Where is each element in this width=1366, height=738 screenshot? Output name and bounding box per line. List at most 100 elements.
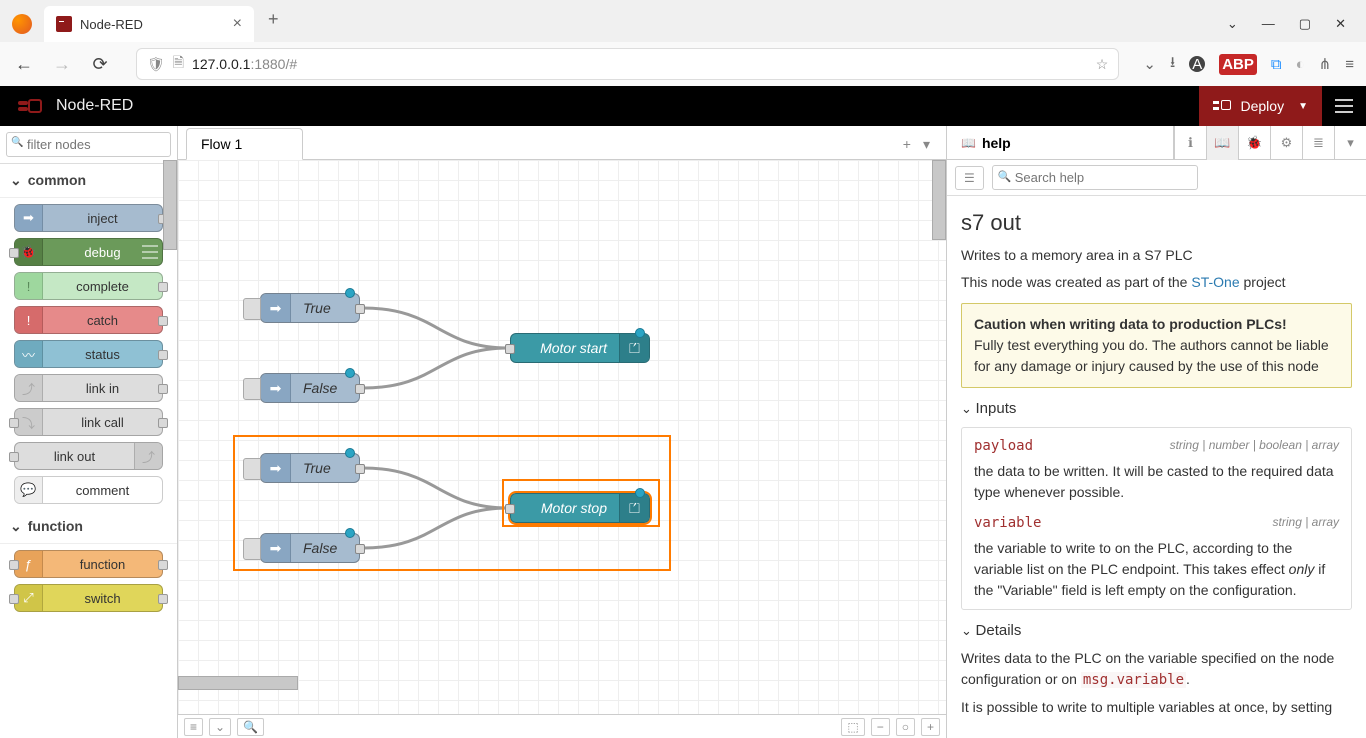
inject-trigger-button[interactable] bbox=[243, 538, 261, 560]
help-intro: Writes to a memory area in a S7 PLC bbox=[961, 245, 1352, 266]
toc-button[interactable]: ☰ bbox=[955, 166, 984, 190]
flow-tab[interactable]: Flow 1 bbox=[186, 128, 303, 160]
help-search-input[interactable] bbox=[992, 165, 1198, 190]
sidebar-tabs: help ℹ 📖 🐞 ⚙ ≣ ▾ bbox=[947, 126, 1366, 160]
inject-trigger-button[interactable] bbox=[243, 298, 261, 320]
extension-icon[interactable]: ◐ bbox=[1296, 56, 1305, 73]
canvas-scrollbar-vertical[interactable] bbox=[932, 160, 946, 240]
zoom-reset[interactable]: ○ bbox=[896, 718, 915, 736]
s7-out-node-motor-start[interactable]: Motor start ⏍ bbox=[510, 333, 650, 363]
help-toolbar: ☰ bbox=[947, 160, 1366, 196]
palette-node-link-in[interactable]: ⤴link in bbox=[14, 374, 163, 402]
tab-help-icon[interactable]: 📖 bbox=[1206, 126, 1238, 160]
firefox-icon bbox=[12, 14, 32, 34]
new-tab-button[interactable]: + bbox=[260, 5, 287, 34]
browser-tab[interactable]: Node-RED × bbox=[44, 6, 254, 42]
s7-out-node-motor-stop[interactable]: Motor stop ⏍ bbox=[510, 493, 650, 523]
downloads-icon[interactable]: ⭳ bbox=[1170, 52, 1175, 77]
maximize-icon[interactable]: ▢ bbox=[1299, 16, 1311, 32]
palette-node-debug[interactable]: 🐞debug bbox=[14, 238, 163, 266]
browser-chrome: Node-RED × + ⌄ — ▢ ✕ ← → ⟳ 🛡 🗎 127.0.0.1… bbox=[0, 0, 1366, 86]
palette-node-inject[interactable]: ➡inject bbox=[14, 204, 163, 232]
help-title: s7 out bbox=[961, 206, 1352, 239]
palette-sidebar: common ➡inject 🐞debug !complete !catch 〰… bbox=[0, 126, 178, 738]
inject-trigger-button[interactable] bbox=[243, 378, 261, 400]
details-p2: It is possible to write to multiple vari… bbox=[961, 697, 1352, 718]
hamburger-icon[interactable]: ≡ bbox=[1345, 56, 1354, 73]
category-common[interactable]: common bbox=[0, 164, 177, 198]
puzzle-icon[interactable]: ⋔ bbox=[1319, 55, 1332, 73]
help-project: This node was created as part of the ST-… bbox=[961, 272, 1352, 293]
abp-icon[interactable]: ABP bbox=[1219, 54, 1257, 75]
tab-favicon bbox=[56, 16, 72, 32]
forward-button[interactable]: → bbox=[50, 54, 74, 75]
shield-icon[interactable]: 🛡 bbox=[147, 56, 165, 73]
workspace-tabs: Flow 1 + ▾ bbox=[178, 126, 946, 160]
workspace: Flow 1 + ▾ ➡True ➡False bbox=[178, 126, 946, 738]
flow-menu-button[interactable]: ▾ bbox=[923, 136, 930, 153]
zoom-out[interactable]: − bbox=[871, 718, 890, 736]
footer-toggle-1[interactable]: ≡ bbox=[184, 718, 203, 736]
tab-title: Node-RED bbox=[80, 17, 143, 32]
tab-strip: Node-RED × + ⌄ — ▢ ✕ bbox=[0, 0, 1366, 42]
add-flow-button[interactable]: + bbox=[903, 136, 911, 153]
footer-map[interactable]: ⬚ bbox=[841, 718, 864, 736]
browser-toolbar: ⌄ ⭳ A ABP ⧉ ◐ ⋔ ≡ bbox=[1143, 52, 1354, 77]
footer-toggle-2[interactable]: ⌄ bbox=[209, 718, 231, 736]
palette-node-comment[interactable]: 💬comment bbox=[14, 476, 163, 504]
minimize-icon[interactable]: — bbox=[1262, 16, 1275, 32]
details-p1: Writes data to the PLC on the variable s… bbox=[961, 648, 1352, 691]
app-logo: Node-RED bbox=[18, 97, 133, 115]
category-function[interactable]: function bbox=[0, 510, 177, 544]
close-window-icon[interactable]: ✕ bbox=[1335, 16, 1346, 32]
tab-context-icon[interactable]: ≣ bbox=[1302, 126, 1334, 160]
palette-node-catch[interactable]: !catch bbox=[14, 306, 163, 334]
translate-icon[interactable]: ⧉ bbox=[1271, 56, 1282, 73]
palette-node-function[interactable]: ƒfunction bbox=[14, 550, 163, 578]
palette-scrollbar[interactable] bbox=[163, 160, 177, 250]
flow-canvas[interactable]: ➡True ➡False Motor start ⏍ ➡True bbox=[178, 160, 946, 714]
inputs-section-header[interactable]: Inputs bbox=[961, 398, 1352, 421]
caution-title: Caution when writing data to production … bbox=[974, 316, 1287, 332]
page-info-icon[interactable]: 🗎 bbox=[173, 52, 184, 76]
app-header: Node-RED Deploy ▼ bbox=[0, 86, 1366, 126]
workspace-footer: ≡ ⌄ 🔍 ⬚ − ○ + bbox=[178, 714, 946, 738]
inject-node-false-2[interactable]: ➡False bbox=[260, 533, 360, 563]
window-controls: ⌄ — ▢ ✕ bbox=[1227, 16, 1346, 32]
palette-node-complete[interactable]: !complete bbox=[14, 272, 163, 300]
tab-help[interactable]: help bbox=[947, 126, 1174, 159]
footer-search[interactable]: 🔍 bbox=[237, 718, 264, 736]
tab-info-icon[interactable]: ℹ bbox=[1174, 126, 1206, 160]
back-button[interactable]: ← bbox=[12, 54, 36, 75]
deploy-caret-icon[interactable]: ▼ bbox=[1298, 101, 1308, 112]
inject-trigger-button[interactable] bbox=[243, 458, 261, 480]
inject-node-true-2[interactable]: ➡True bbox=[260, 453, 360, 483]
pocket-icon[interactable]: ⌄ bbox=[1143, 55, 1156, 73]
palette-node-switch[interactable]: ⤢switch bbox=[14, 584, 163, 612]
canvas-scrollbar-horizontal[interactable] bbox=[178, 676, 298, 690]
deploy-button[interactable]: Deploy ▼ bbox=[1199, 86, 1323, 126]
palette-node-status[interactable]: 〰status bbox=[14, 340, 163, 368]
caution-box: Caution when writing data to production … bbox=[961, 303, 1352, 388]
filter-input[interactable] bbox=[6, 132, 171, 157]
help-content[interactable]: s7 out Writes to a memory area in a S7 P… bbox=[947, 196, 1366, 738]
palette-list[interactable]: common ➡inject 🐞debug !complete !catch 〰… bbox=[0, 164, 177, 738]
reload-button[interactable]: ⟳ bbox=[88, 54, 112, 75]
tab-more-icon[interactable]: ▾ bbox=[1334, 126, 1366, 160]
palette-node-link-out[interactable]: link out⤴ bbox=[14, 442, 163, 470]
zoom-in[interactable]: + bbox=[921, 718, 940, 736]
inject-node-true-1[interactable]: ➡True bbox=[260, 293, 360, 323]
st-one-link[interactable]: ST-One bbox=[1191, 274, 1239, 290]
account-icon[interactable]: A bbox=[1189, 56, 1205, 72]
chevron-down-icon[interactable]: ⌄ bbox=[1227, 16, 1238, 32]
main-menu-button[interactable] bbox=[1322, 86, 1366, 126]
palette-node-link-call[interactable]: ⤵link call bbox=[14, 408, 163, 436]
tab-config-icon[interactable]: ⚙ bbox=[1270, 126, 1302, 160]
url-bar[interactable]: 🛡 🗎 127.0.0.1:1880/# ☆ bbox=[136, 48, 1119, 80]
bookmark-star-icon[interactable]: ☆ bbox=[1096, 56, 1109, 73]
inject-node-false-1[interactable]: ➡False bbox=[260, 373, 360, 403]
tab-debug-icon[interactable]: 🐞 bbox=[1238, 126, 1270, 160]
details-section-header[interactable]: Details bbox=[961, 620, 1352, 643]
caution-body: Fully test everything you do. The author… bbox=[974, 337, 1329, 374]
close-tab-icon[interactable]: × bbox=[233, 15, 242, 33]
